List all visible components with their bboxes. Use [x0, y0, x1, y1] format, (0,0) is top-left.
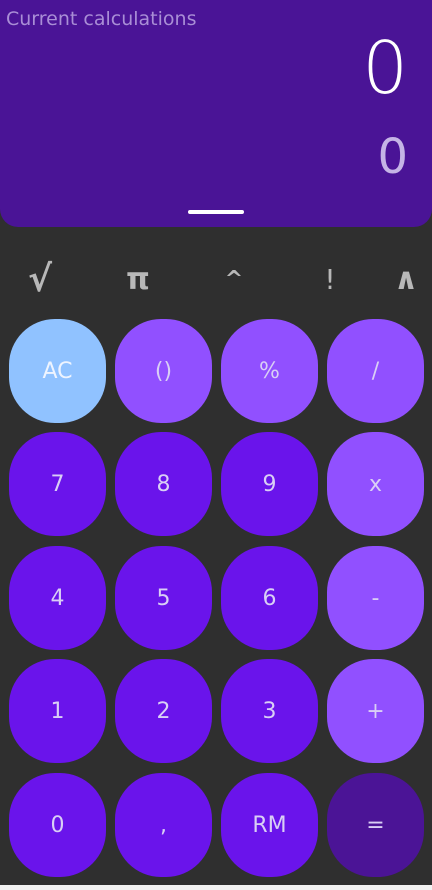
expression-display[interactable]: 0	[362, 20, 408, 116]
digit-9-button[interactable]: 9	[221, 432, 318, 536]
add-button[interactable]: +	[327, 659, 424, 763]
digit-7-button[interactable]: 7	[9, 432, 106, 536]
digit-6-button[interactable]: 6	[221, 546, 318, 650]
digit-2-button[interactable]: 2	[115, 659, 212, 763]
result-display: 0	[377, 129, 408, 185]
decimal-separator-button[interactable]: ,	[115, 773, 212, 877]
subtract-button[interactable]: -	[327, 546, 424, 650]
calculator-screen: Current calculations 0 0 √ π ^ ! ∧ AC ()…	[0, 0, 432, 890]
digit-3-button[interactable]: 3	[221, 659, 318, 763]
equals-button[interactable]: =	[327, 773, 424, 877]
digit-5-button[interactable]: 5	[115, 546, 212, 650]
digit-4-button[interactable]: 4	[9, 546, 106, 650]
display-label: Current calculations	[6, 8, 197, 30]
divide-button[interactable]: /	[327, 319, 424, 423]
digit-1-button[interactable]: 1	[9, 659, 106, 763]
percent-button[interactable]: %	[221, 319, 318, 423]
drag-handle[interactable]	[188, 210, 244, 214]
sqrt-button[interactable]: √	[10, 252, 70, 306]
digit-8-button[interactable]: 8	[115, 432, 212, 536]
scientific-row: √ π ^ ! ∧	[0, 252, 432, 306]
expand-toggle-icon[interactable]: ∧	[376, 252, 432, 306]
clear-button[interactable]: AC	[9, 319, 106, 423]
display-panel: Current calculations 0 0	[0, 0, 432, 227]
rm-button[interactable]: RM	[221, 773, 318, 877]
power-button[interactable]: ^	[204, 252, 264, 306]
parentheses-button[interactable]: ()	[115, 319, 212, 423]
bottom-edge	[0, 885, 432, 890]
factorial-button[interactable]: !	[300, 252, 360, 306]
digit-0-button[interactable]: 0	[9, 773, 106, 877]
multiply-button[interactable]: x	[327, 432, 424, 536]
pi-button[interactable]: π	[108, 252, 168, 306]
